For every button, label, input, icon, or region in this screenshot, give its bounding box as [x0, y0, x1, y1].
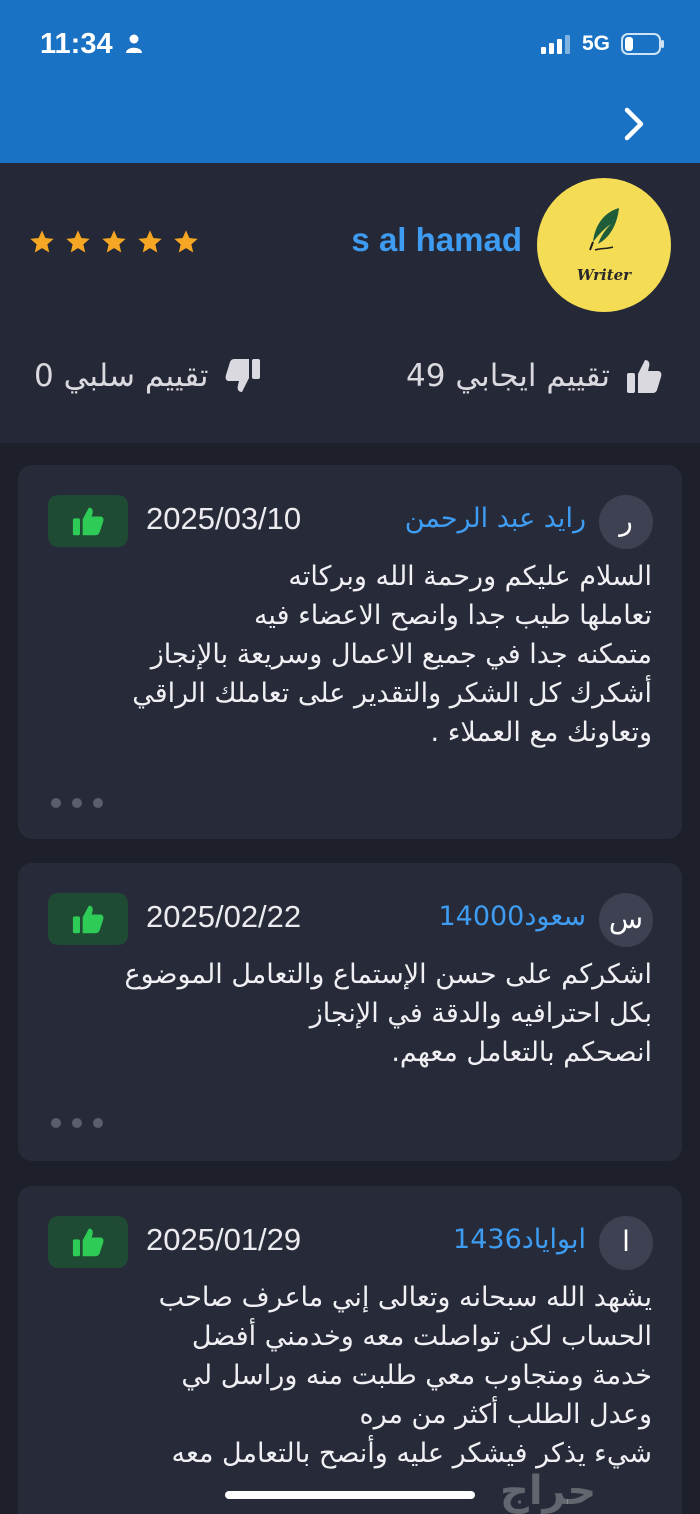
review-text: يشهد الله سبحانه وتعالى إني ماعرف صاحب ا…: [42, 1278, 652, 1473]
review-text: السلام عليكم ورحمة الله وبركاته تعاملها …: [42, 557, 652, 752]
review-line: الحساب لكن تواصلت معه وخدمني أفضل: [191, 1321, 652, 1352]
review-line: بكل احترافيه والدقة في الإنجاز: [309, 998, 652, 1029]
thumbs-up-icon: [627, 360, 662, 393]
battery-icon: [621, 33, 664, 55]
star-icon: [138, 230, 162, 253]
status-time: 11:34: [40, 28, 113, 60]
review-line: اشكركم على حسن الإستماع والتعامل الموضوع: [124, 959, 652, 990]
thumbs-up-icon: [72, 905, 104, 934]
positive-badge: [48, 1216, 128, 1268]
review-card: س سعود14000 2025/02/22 اشكركم على حسن ال…: [18, 863, 682, 1161]
home-indicator[interactable]: [225, 1491, 475, 1499]
network-label: 5G: [582, 32, 611, 55]
ellipsis-icon[interactable]: [50, 797, 104, 809]
top-bar: 11:34 5G: [0, 0, 700, 163]
review-line: أشكرك كل الشكر والتقدير على تعاملك الراق…: [132, 678, 652, 709]
review-text: اشكركم على حسن الإستماع والتعامل الموضوع…: [42, 955, 652, 1072]
watermark: حراج: [500, 1468, 597, 1514]
star-icon: [66, 230, 90, 253]
thumbs-up-icon: [72, 1228, 104, 1257]
positive-badge: [48, 495, 128, 547]
star-rating: [28, 228, 200, 256]
person-icon: [126, 34, 142, 53]
negative-rating-label: تقييم سلبي 0: [34, 358, 209, 394]
review-date: 2025/01/29: [146, 1222, 302, 1257]
star-icon: [102, 230, 126, 253]
reviewer-avatar[interactable]: س: [599, 893, 653, 947]
quill-icon: [589, 208, 619, 251]
positive-rating-count[interactable]: تقييم ايجابي 49: [406, 356, 664, 396]
star-icon: [30, 230, 54, 253]
reviewer-avatar[interactable]: ر: [599, 495, 653, 549]
review-card: ا ابواياد1436 2025/01/29 يشهد الله سبحان…: [18, 1186, 682, 1514]
username[interactable]: s al hamad: [300, 221, 522, 259]
profile-header: Writer s al hamad تقييم ايجابي 49 تقييم …: [0, 163, 700, 443]
thumbs-down-icon: [225, 359, 260, 392]
thumbs-up-icon: [72, 507, 104, 536]
positive-badge: [48, 893, 128, 945]
reviewer-name[interactable]: ابواياد1436: [453, 1224, 586, 1255]
reviews-list: ر رايد عبد الرحمن 2025/03/10 السلام عليك…: [0, 443, 700, 1514]
signal-icon: [541, 35, 570, 54]
review-line: وتعاونك مع العملاء .: [430, 717, 652, 748]
ellipsis-icon[interactable]: [50, 1117, 104, 1129]
avatar-label: Writer: [576, 266, 632, 284]
star-icon: [174, 230, 198, 253]
reviewer-name[interactable]: رايد عبد الرحمن: [405, 503, 586, 534]
negative-rating-count[interactable]: تقييم سلبي 0: [34, 356, 263, 396]
avatar[interactable]: Writer: [537, 178, 671, 312]
review-line: وعدل الطلب أكثر من مره: [359, 1399, 652, 1430]
review-line: السلام عليكم ورحمة الله وبركاته: [288, 561, 652, 592]
review-date: 2025/02/22: [146, 899, 302, 934]
review-card: ر رايد عبد الرحمن 2025/03/10 السلام عليك…: [18, 465, 682, 839]
review-line: خدمة ومتجاوب معي طلبت منه وراسل لي: [181, 1360, 652, 1391]
reviewer-avatar[interactable]: ا: [599, 1216, 653, 1270]
review-line: متمكنه جدا في جميع الاعمال وسريعة بالإنج…: [150, 639, 652, 670]
positive-rating-label: تقييم ايجابي 49: [406, 358, 610, 394]
review-line: انصحكم بالتعامل معهم.: [391, 1037, 652, 1068]
review-date: 2025/03/10: [146, 501, 302, 536]
reviewer-name[interactable]: سعود14000: [438, 901, 586, 932]
review-line: يشهد الله سبحانه وتعالى إني ماعرف صاحب: [158, 1282, 652, 1313]
chevron-right-icon[interactable]: [620, 104, 648, 144]
review-line: تعاملها طيب جدا وانصح الاعضاء فيه: [253, 600, 652, 631]
